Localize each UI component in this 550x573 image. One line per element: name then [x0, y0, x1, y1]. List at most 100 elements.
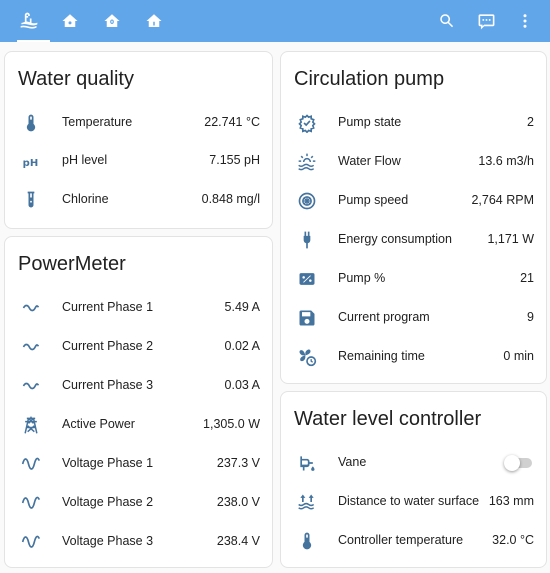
home-icon: [61, 12, 79, 30]
entity-label: Current Phase 3: [62, 378, 154, 392]
ph-icon: pH: [20, 150, 42, 172]
sine-wave-icon: [20, 453, 42, 475]
entity-row-voltage-phase-3[interactable]: Voltage Phase 3 238.4 V: [5, 523, 272, 561]
battery-percent-icon: [296, 268, 318, 290]
card-title: Water level controller: [294, 408, 482, 430]
entity-row-ph-level[interactable]: pH pH level 7.155 pH: [5, 142, 272, 180]
water-pump-icon: [296, 452, 318, 474]
entity-value: 163 mm: [488, 494, 534, 508]
test-tube-icon: [20, 189, 42, 211]
fan-clock-icon: [296, 346, 318, 368]
entity-label: Pump state: [338, 115, 402, 129]
current-ac-icon: [20, 375, 42, 397]
transmission-tower-icon: [20, 414, 42, 436]
entity-label: Remaining time: [338, 349, 425, 363]
pump-icon: [296, 190, 318, 212]
entity-label: Vane: [338, 455, 367, 469]
power-meter-card: PowerMeter Current Phase 1 5.49 A Curren…: [4, 236, 273, 568]
entity-label: pH level: [62, 153, 108, 167]
assist-icon: [477, 12, 496, 31]
entity-label: Voltage Phase 1: [62, 456, 154, 470]
top-app-bar: [0, 0, 550, 42]
entity-label: Current Phase 2: [62, 339, 154, 353]
entity-label: Energy consumption: [338, 232, 452, 246]
entity-value: 237.3 V: [216, 456, 260, 470]
entity-value: 238.0 V: [216, 495, 260, 509]
search-button[interactable]: [429, 0, 465, 42]
entity-value: 0.02 A: [224, 339, 260, 353]
entity-label: Distance to water surface: [338, 494, 480, 508]
tab-pool[interactable]: [8, 0, 50, 42]
entity-value: 1,305.0 W: [203, 417, 260, 431]
entity-row-active-power[interactable]: Active Power 1,305.0 W: [5, 406, 272, 444]
vane-toggle[interactable]: [504, 455, 534, 471]
tab-home[interactable]: [49, 0, 91, 42]
entity-row-remaining-time[interactable]: Remaining time 0 min: [281, 338, 546, 376]
entity-row-pump-speed[interactable]: Pump speed 2,764 RPM: [281, 182, 546, 220]
entity-label: Temperature: [62, 115, 133, 129]
entity-value: 9: [527, 310, 534, 324]
tab-home-2[interactable]: [91, 0, 133, 42]
entity-value: 1,171 W: [487, 232, 534, 246]
sine-wave-icon: [20, 492, 42, 514]
content-save-icon: [296, 307, 318, 329]
search-icon: [438, 12, 456, 30]
entity-value: 2: [527, 115, 534, 129]
entity-label: Current Phase 1: [62, 300, 154, 314]
entity-row-water-flow[interactable]: Water Flow 13.6 m3/h: [281, 143, 546, 181]
entity-row-chlorine[interactable]: Chlorine 0.848 mg/l: [5, 181, 272, 219]
gauge-check-icon: [296, 112, 318, 134]
entity-value: 22.741 °C: [204, 115, 260, 129]
entity-value: 238.4 V: [216, 534, 260, 548]
svg-text:pH: pH: [23, 158, 39, 169]
entity-value: 5.49 A: [224, 300, 260, 314]
entity-value: 0.03 A: [224, 378, 260, 392]
entity-value: 21: [520, 271, 534, 285]
water-level-controller-card: Water level controller Vane Distance to …: [280, 391, 547, 568]
sine-wave-icon: [20, 531, 42, 553]
arrow-up-water-icon: [296, 491, 318, 513]
thermometer-icon: [20, 112, 42, 134]
card-title: PowerMeter: [18, 253, 126, 275]
entity-value: 7.155 pH: [209, 153, 260, 167]
power-plug-icon: [296, 229, 318, 251]
entity-row-distance-to-water-surface[interactable]: Distance to water surface 163 mm: [281, 483, 546, 521]
card-title: Water quality: [18, 68, 134, 90]
menu-icon: [516, 12, 534, 30]
entity-row-energy-consumption[interactable]: Energy consumption 1,171 W: [281, 221, 546, 259]
entity-value: 13.6 m3/h: [478, 154, 534, 168]
current-ac-icon: [20, 297, 42, 319]
entity-row-current-phase-3[interactable]: Current Phase 3 0.03 A: [5, 367, 272, 405]
current-ac-icon: [20, 336, 42, 358]
assist-button[interactable]: [468, 0, 504, 42]
water-quality-card: Water quality Temperature 22.741 °C pH p…: [4, 51, 273, 229]
entity-label: Voltage Phase 2: [62, 495, 154, 509]
entity-label: Pump speed: [338, 193, 409, 207]
home-outline-icon: [145, 12, 163, 30]
entity-value: 32.0 °C: [492, 533, 534, 547]
tab-home-3[interactable]: [133, 0, 175, 42]
entity-row-vane[interactable]: Vane: [281, 444, 546, 482]
entity-row-current-program[interactable]: Current program 9: [281, 299, 546, 337]
entity-row-pump-percent[interactable]: Pump % 21: [281, 260, 546, 298]
card-title: Circulation pump: [294, 68, 445, 90]
entity-row-voltage-phase-1[interactable]: Voltage Phase 1 237.3 V: [5, 445, 272, 483]
entity-label: Water Flow: [338, 154, 401, 168]
entity-label: Current program: [338, 310, 430, 324]
entity-row-temperature[interactable]: Temperature 22.741 °C: [5, 104, 272, 142]
pool-icon: [19, 11, 39, 31]
entity-row-current-phase-2[interactable]: Current Phase 2 0.02 A: [5, 328, 272, 366]
entity-row-current-phase-1[interactable]: Current Phase 1 5.49 A: [5, 289, 272, 327]
overflow-menu-button[interactable]: [507, 0, 543, 42]
entity-row-voltage-phase-2[interactable]: Voltage Phase 2 238.0 V: [5, 484, 272, 522]
water-sun-icon: [296, 151, 318, 173]
entity-label: Chlorine: [62, 192, 109, 206]
home-circle-icon: [103, 12, 121, 30]
entity-label: Controller temperature: [338, 533, 464, 547]
entity-row-pump-state[interactable]: Pump state 2: [281, 104, 546, 142]
entity-value: 0.848 mg/l: [201, 192, 260, 206]
entity-value: 0 min: [503, 349, 534, 363]
toggle-knob: [504, 455, 520, 471]
entity-row-controller-temperature[interactable]: Controller temperature 32.0 °C: [281, 522, 546, 560]
entity-value: 2,764 RPM: [471, 193, 534, 207]
